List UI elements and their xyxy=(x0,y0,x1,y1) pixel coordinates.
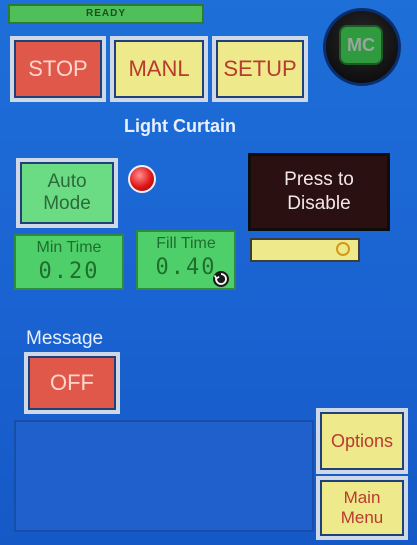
min-time-value: 0.20 xyxy=(38,259,100,284)
main-menu-label-1: Main xyxy=(343,488,381,507)
min-time-label: Min Time xyxy=(36,239,102,256)
hmi-screen: READY STOP MANL SETUP MC Light Curtain A… xyxy=(0,0,417,545)
disable-label-1: Press to xyxy=(284,169,354,190)
message-panel xyxy=(14,420,314,532)
auto-mode-label-1: Auto xyxy=(47,171,87,192)
options-button[interactable]: Options xyxy=(316,408,408,474)
red-indicator-icon xyxy=(128,165,156,193)
main-menu-button[interactable]: Main Menu xyxy=(316,476,408,540)
reset-icon[interactable] xyxy=(212,270,230,288)
section-title: Light Curtain xyxy=(124,116,236,136)
mc-button[interactable]: MC xyxy=(339,25,383,65)
main-menu-label-2: Menu xyxy=(340,508,384,527)
fill-time-label: Fill Time xyxy=(156,235,216,252)
disable-label-2: Disable xyxy=(287,193,351,214)
stop-button[interactable]: STOP xyxy=(10,36,106,102)
auto-mode-label-2: Mode xyxy=(43,193,91,214)
slider-knob[interactable] xyxy=(336,242,350,256)
message-label: Message xyxy=(26,328,104,349)
setup-button[interactable]: SETUP xyxy=(212,36,308,102)
message-off-button[interactable]: OFF xyxy=(24,352,120,414)
status-bar: READY xyxy=(8,4,204,24)
manual-button[interactable]: MANL xyxy=(110,36,208,102)
press-to-disable-button[interactable]: Press to Disable xyxy=(248,153,390,231)
min-time-field[interactable]: Min Time 0.20 xyxy=(14,234,124,290)
auto-mode-button[interactable]: Auto Mode xyxy=(16,158,118,228)
